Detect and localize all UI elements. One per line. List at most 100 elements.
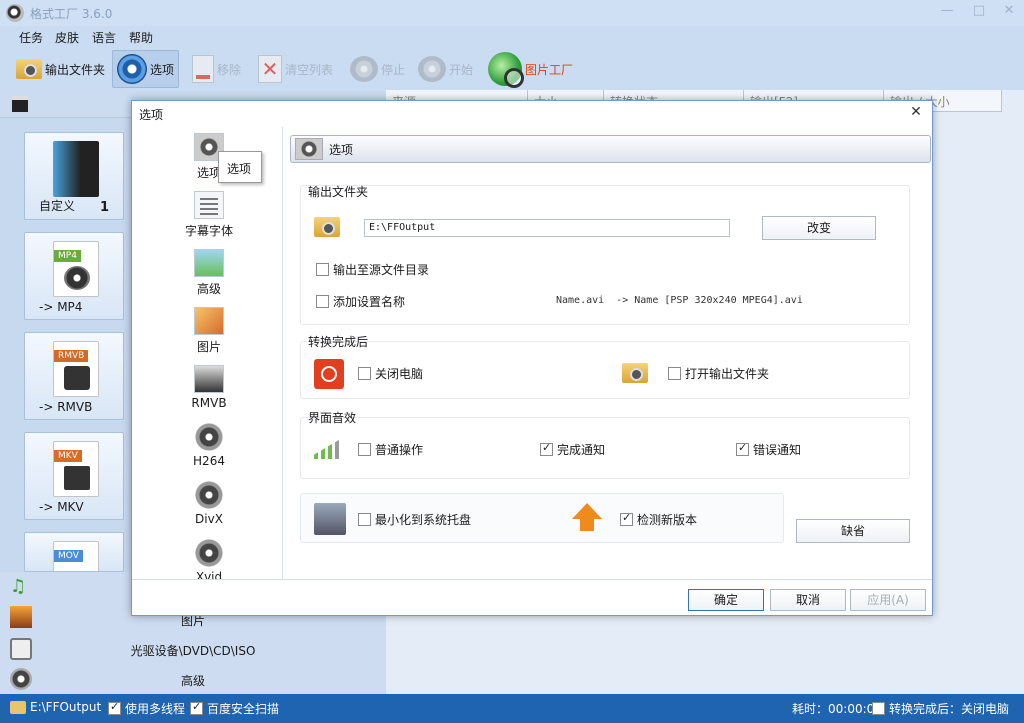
toolbar: 输出文件夹 选项 移除 ✕ 清空列表 停止 开始 图片工厂 [0, 48, 1024, 90]
clear-list-button[interactable]: ✕ 清空列表 [258, 50, 333, 88]
remove-button[interactable]: 移除 [192, 50, 241, 88]
category-label: -> RMVB [39, 400, 93, 414]
section-header: 选项 [290, 135, 931, 163]
status-bar: E:\FFOutput 使用多线程 百度安全扫描 耗时：00:00:00 转换完… [0, 694, 1024, 723]
category-mkv[interactable]: MKV -> MKV [24, 432, 124, 520]
menu-bar: 任务 皮肤 语言 帮助 [0, 26, 1024, 48]
clapperboard-icon[interactable] [12, 96, 28, 112]
shutdown-checkbox[interactable]: 关闭电脑 [358, 365, 423, 382]
nav-label: 字幕字体 [184, 224, 233, 238]
done-sound-checkbox[interactable]: 完成通知 [540, 441, 605, 458]
menu-language[interactable]: 语言 [92, 29, 116, 46]
checkbox-checked[interactable] [190, 700, 203, 715]
normal-sound-label: 普通操作 [375, 443, 424, 457]
menu-help[interactable]: 帮助 [129, 29, 153, 46]
nav-advanced[interactable]: 高级 [134, 249, 282, 297]
close-button[interactable]: ✕ [998, 3, 1020, 23]
output-folder-button[interactable]: 输出文件夹 [16, 50, 105, 88]
start-icon [418, 56, 446, 82]
checkbox-unchecked[interactable] [358, 367, 371, 380]
category-mp4[interactable]: MP4 -> MP4 [24, 232, 124, 320]
status-output-path: E:\FFOutput [30, 700, 102, 714]
stop-button[interactable]: 停止 [350, 50, 405, 88]
check-update-checkbox[interactable]: 检测新版本 [620, 511, 697, 528]
open-output-folder-label: 打开输出文件夹 [685, 367, 770, 381]
apply-button[interactable]: 应用(A) [850, 589, 926, 611]
checkbox-checked[interactable] [736, 441, 749, 456]
checkbox-unchecked[interactable] [358, 443, 371, 456]
checkbox-unchecked[interactable] [316, 295, 329, 308]
menu-task[interactable]: 任务 [19, 29, 43, 46]
nav-optical-drive[interactable]: 光驱设备\DVD\CD\ISO [0, 642, 386, 659]
checkbox-checked[interactable] [108, 700, 121, 715]
file-tag: MOV [54, 550, 83, 562]
file-tag: MKV [54, 450, 82, 462]
checkbox-unchecked[interactable] [872, 702, 885, 715]
picture-factory-button[interactable]: 图片工厂 [488, 50, 573, 88]
dialog-footer: 确定 取消 应用(A) [132, 579, 932, 615]
after-convert-checkbox[interactable]: 转换完成后：关闭电脑 [872, 700, 1009, 717]
gear-icon [117, 54, 147, 84]
check-update-label: 检测新版本 [637, 513, 698, 527]
category-mov[interactable]: MOV [24, 532, 124, 572]
baidu-scan-checkbox[interactable]: 百度安全扫描 [190, 700, 279, 717]
remove-label: 移除 [217, 62, 242, 77]
start-button[interactable]: 开始 [418, 50, 473, 88]
folder-icon [622, 363, 648, 383]
nav-advanced[interactable]: 高级 [0, 672, 386, 689]
checkbox-checked[interactable] [540, 441, 553, 456]
minimize-to-tray-label: 最小化到系统托盘 [375, 513, 472, 527]
landscape-icon [194, 249, 224, 277]
checkbox-checked[interactable] [620, 511, 633, 526]
checkbox-unchecked[interactable] [358, 513, 371, 526]
folder-icon[interactable] [314, 217, 340, 237]
multithread-checkbox[interactable]: 使用多线程 [108, 700, 185, 717]
ok-button[interactable]: 确定 [688, 589, 764, 611]
maximize-button[interactable]: □ [968, 3, 990, 23]
file-tag: MP4 [54, 250, 81, 262]
category-label: -> MP4 [39, 300, 83, 314]
output-path-field[interactable]: E:\FFOutput [364, 219, 730, 237]
mp4-file-icon: MP4 [53, 241, 99, 297]
sounds-heading: 界面音效 [308, 411, 357, 425]
checkbox-unchecked[interactable] [316, 263, 329, 276]
minimize-to-tray-checkbox[interactable]: 最小化到系统托盘 [358, 511, 471, 528]
nav-h264[interactable]: H264 [134, 423, 282, 468]
default-button[interactable]: 缺省 [796, 519, 910, 543]
status-output-folder[interactable]: E:\FFOutput [10, 700, 101, 714]
monitor-icon [314, 503, 346, 535]
nav-subtitle-font[interactable]: 字幕字体 [134, 191, 282, 239]
multithread-label: 使用多线程 [125, 702, 186, 716]
nav-label: H264 [193, 454, 225, 468]
change-folder-button[interactable]: 改变 [762, 216, 876, 240]
menu-skin[interactable]: 皮肤 [55, 29, 79, 46]
options-button[interactable]: 选项 [112, 50, 180, 88]
dialog-close-button[interactable]: ✕ [906, 104, 926, 124]
checkbox-unchecked[interactable] [668, 367, 681, 380]
output-to-source-checkbox[interactable]: 输出至源文件目录 [316, 261, 429, 278]
film-strip-icon [64, 466, 90, 490]
gear-icon [295, 138, 323, 160]
normal-sound-checkbox[interactable]: 普通操作 [358, 441, 423, 458]
music-icon[interactable]: ♫ [10, 576, 32, 598]
nav-picture[interactable]: 图片 [134, 307, 282, 355]
add-setting-name-checkbox[interactable]: 添加设置名称 [316, 293, 405, 310]
nav-label: 高级 [196, 282, 221, 296]
minimize-button[interactable]: — [936, 3, 958, 23]
film-reel-icon [64, 266, 90, 290]
rmvb-file-icon: RMVB [53, 341, 99, 397]
name-example: Name.avi -> Name [PSP 320x240 MPEG4].avi [556, 295, 803, 306]
error-sound-label: 错误通知 [753, 443, 802, 457]
open-output-folder-checkbox[interactable]: 打开输出文件夹 [668, 365, 769, 382]
update-arrow-icon [572, 503, 602, 519]
options-nav: 选项 字幕字体 高级 图片 RMVB H264 DivX Xvid [134, 127, 282, 579]
nav-xvid[interactable]: Xvid [134, 539, 282, 579]
cancel-button[interactable]: 取消 [770, 589, 846, 611]
category-rmvb[interactable]: RMVB -> RMVB [24, 332, 124, 420]
error-sound-checkbox[interactable]: 错误通知 [736, 441, 801, 458]
baidu-scan-label: 百度安全扫描 [207, 702, 280, 716]
done-sound-label: 完成通知 [557, 443, 606, 457]
category-custom[interactable]: 自定义 1 [24, 132, 124, 220]
nav-rmvb[interactable]: RMVB [134, 365, 282, 410]
nav-divx[interactable]: DivX [134, 481, 282, 526]
